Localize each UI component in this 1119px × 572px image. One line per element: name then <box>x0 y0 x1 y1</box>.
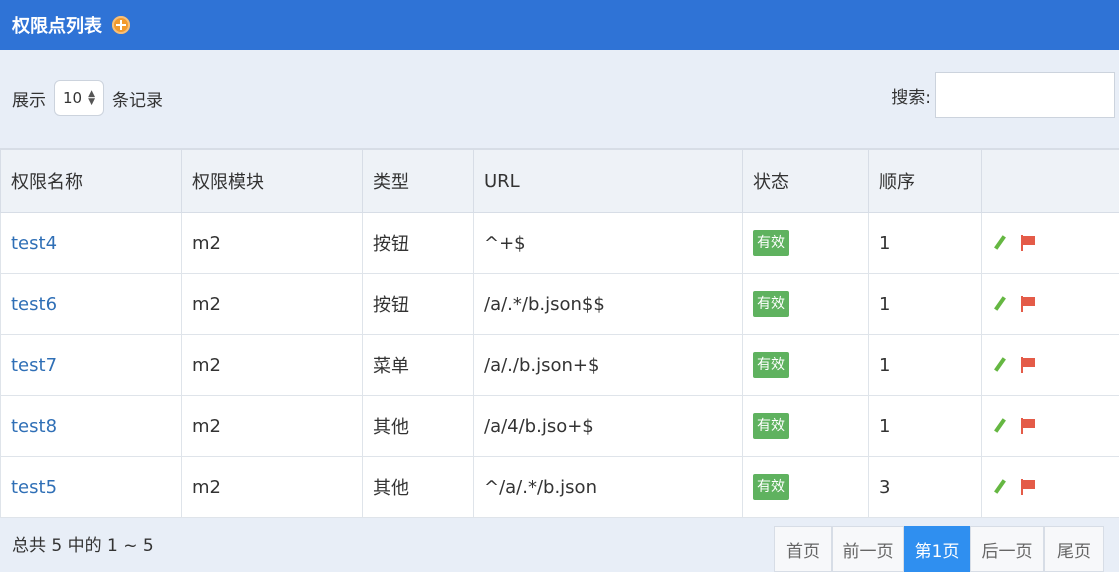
search-control: 搜索: <box>891 72 1115 118</box>
last-page-button[interactable]: 尾页 <box>1044 526 1104 572</box>
permission-name-link[interactable]: test5 <box>11 477 57 498</box>
type-cell: 其他 <box>362 395 474 457</box>
column-header[interactable]: URL <box>473 148 743 213</box>
flag-icon[interactable] <box>1020 296 1036 312</box>
status-cell: 有效 <box>742 212 869 274</box>
order-cell: 1 <box>868 334 982 396</box>
url-cell: /a/./b.json+$ <box>473 334 743 396</box>
actions-cell <box>981 273 1119 335</box>
flag-icon[interactable] <box>1020 235 1036 251</box>
actions-cell <box>981 395 1119 457</box>
flag-icon[interactable] <box>1020 418 1036 434</box>
table-row: test7 m2 菜单 /a/./b.json+$ 有效 1 <box>0 334 1119 396</box>
permission-name-link[interactable]: test7 <box>11 355 57 376</box>
status-cell: 有效 <box>742 334 869 396</box>
status-badge: 有效 <box>753 291 789 317</box>
add-icon[interactable] <box>112 16 130 34</box>
name-cell: test7 <box>0 334 182 396</box>
column-header[interactable]: 顺序 <box>868 148 982 213</box>
permission-name-link[interactable]: test8 <box>11 416 57 437</box>
show-label: 展示 <box>12 90 46 111</box>
module-cell: m2 <box>181 395 363 457</box>
page-title: 权限点列表 <box>12 16 102 37</box>
module-cell: m2 <box>181 273 363 335</box>
url-cell: ^+$ <box>473 212 743 274</box>
table-row: test8 m2 其他 /a/4/b.jso+$ 有效 1 <box>0 395 1119 457</box>
permission-name-link[interactable]: test6 <box>11 294 57 315</box>
page-size-control: 展示 10 ▲ ▼ 条记录 <box>12 80 163 116</box>
table-controls: 展示 10 ▲ ▼ 条记录 搜索: <box>0 50 1119 148</box>
column-header[interactable]: 权限名称 <box>0 148 182 213</box>
pagination: 首页 前一页 第1页 后一页 尾页 <box>774 526 1104 572</box>
flag-icon[interactable] <box>1020 479 1036 495</box>
table-summary: 总共 5 中的 1 ~ 5 <box>12 536 154 556</box>
type-cell: 菜单 <box>362 334 474 396</box>
status-badge: 有效 <box>753 413 789 439</box>
permission-name-link[interactable]: test4 <box>11 233 57 254</box>
order-cell: 1 <box>868 212 982 274</box>
search-input[interactable] <box>935 72 1115 118</box>
next-page-button[interactable]: 后一页 <box>970 526 1044 572</box>
name-cell: test4 <box>0 212 182 274</box>
table-header-row: 权限名称 权限模块 类型 URL 状态 顺序 <box>0 148 1119 213</box>
chevron-up-down-icon: ▲ ▼ <box>88 89 95 107</box>
status-cell: 有效 <box>742 273 869 335</box>
current-page-button[interactable]: 第1页 <box>904 526 970 572</box>
column-header[interactable]: 状态 <box>742 148 869 213</box>
previous-page-button[interactable]: 前一页 <box>832 526 904 572</box>
page-size-select[interactable]: 10 ▲ ▼ <box>54 80 104 116</box>
status-badge: 有效 <box>753 474 789 500</box>
actions-cell <box>981 334 1119 396</box>
search-label: 搜索: <box>891 87 931 108</box>
name-cell: test6 <box>0 273 182 335</box>
name-cell: test8 <box>0 395 182 457</box>
type-cell: 按钮 <box>362 212 474 274</box>
table-row: test6 m2 按钮 /a/.*/b.json$$ 有效 1 <box>0 273 1119 335</box>
edit-icon[interactable] <box>992 418 1008 434</box>
table-row: test4 m2 按钮 ^+$ 有效 1 <box>0 212 1119 274</box>
permission-table: 权限名称 权限模块 类型 URL 状态 顺序 test4 m2 按钮 ^+$ 有… <box>0 148 1119 518</box>
records-label: 条记录 <box>112 90 163 111</box>
table-footer: 总共 5 中的 1 ~ 5 首页 前一页 第1页 后一页 尾页 <box>0 505 1119 572</box>
column-header <box>981 148 1119 213</box>
type-cell: 按钮 <box>362 273 474 335</box>
first-page-button[interactable]: 首页 <box>774 526 832 572</box>
url-cell: /a/.*/b.json$$ <box>473 273 743 335</box>
status-cell: 有效 <box>742 395 869 457</box>
edit-icon[interactable] <box>992 296 1008 312</box>
flag-icon[interactable] <box>1020 357 1036 373</box>
edit-icon[interactable] <box>992 357 1008 373</box>
module-cell: m2 <box>181 334 363 396</box>
status-badge: 有效 <box>753 230 789 256</box>
edit-icon[interactable] <box>992 235 1008 251</box>
order-cell: 1 <box>868 395 982 457</box>
column-header[interactable]: 权限模块 <box>181 148 363 213</box>
edit-icon[interactable] <box>992 479 1008 495</box>
page-size-value: 10 <box>63 89 83 107</box>
status-badge: 有效 <box>753 352 789 378</box>
actions-cell <box>981 212 1119 274</box>
order-cell: 1 <box>868 273 982 335</box>
module-cell: m2 <box>181 212 363 274</box>
column-header[interactable]: 类型 <box>362 148 474 213</box>
page-header: 权限点列表 <box>0 0 1119 50</box>
url-cell: /a/4/b.jso+$ <box>473 395 743 457</box>
